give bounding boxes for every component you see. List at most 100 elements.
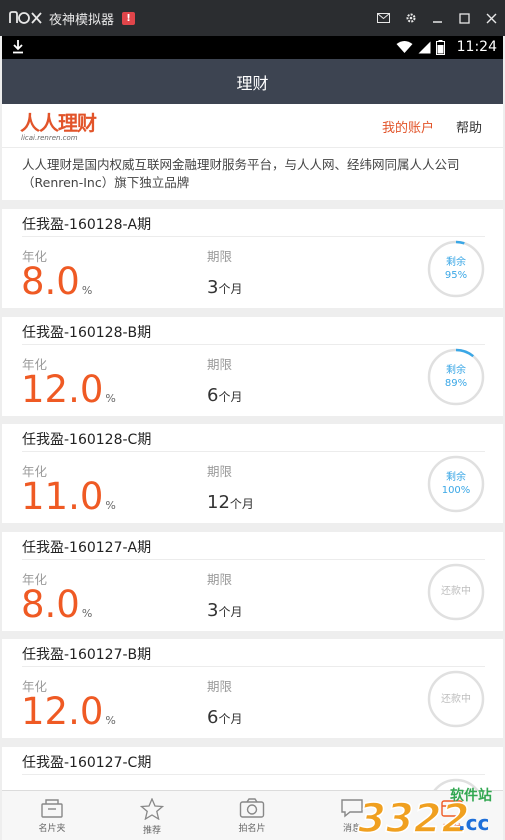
battery-icon — [436, 40, 445, 55]
bottom-nav: 名片夹 推荐 拍名片 消息 理财 — [2, 790, 503, 840]
brand-row: 人人理财 licai.renren.com 我的账户 帮助 — [2, 104, 503, 148]
term-number: 12 — [207, 492, 230, 513]
card-divider — [22, 451, 485, 452]
product-name: 任我盈-160128-C期 — [22, 432, 152, 448]
download-icon — [13, 40, 23, 54]
nav-label-recommend: 推荐 — [142, 826, 161, 836]
ring-remaining-value: 89% — [444, 377, 468, 389]
close-icon[interactable] — [478, 0, 505, 36]
nav-messages[interactable]: 消息 — [302, 791, 402, 840]
nav-card-holder[interactable]: 名片夹 — [2, 791, 102, 840]
ring-status: 剩余 89% — [427, 348, 485, 406]
term-unit: 个月 — [218, 282, 243, 296]
card-divider — [22, 343, 485, 345]
nav-recommend[interactable]: 推荐 — [102, 791, 202, 840]
term-number: 3 — [207, 599, 219, 621]
ring-status: 剩余 100% — [427, 455, 485, 513]
term-value: 12个月 — [207, 492, 254, 513]
product-name: 任我盈-160127-B期 — [22, 647, 152, 663]
maximize-icon[interactable] — [451, 0, 478, 36]
ring-status-label: 还款中 — [441, 586, 471, 597]
message-icon — [341, 799, 363, 818]
rate-number: 8.0 — [21, 260, 80, 303]
emulator-title: 夜神模拟器 — [49, 12, 115, 28]
rate-percent-sign: % — [81, 606, 93, 620]
product-card[interactable]: 任我盈-160128-C期 年化 11.0% 期限 12个月 剩余 100% — [2, 424, 503, 523]
intro-text: 人人理财是国内权威互联网金融理财服务平台，与人人网、经纬网同属人人公司 （Ren… — [2, 148, 503, 200]
term-label: 期限 — [207, 356, 233, 372]
nox-logo-icon — [9, 11, 42, 24]
nav-label-scan-card: 拍名片 — [238, 824, 266, 834]
nav-scan-card[interactable]: 拍名片 — [202, 791, 302, 840]
term-label: 期限 — [207, 464, 233, 479]
camera-icon — [239, 798, 265, 818]
help-link[interactable]: 帮助 — [456, 117, 482, 136]
page-title: 理财 — [236, 73, 269, 93]
term-label: 期限 — [207, 679, 233, 694]
logo-text: 人人理财 — [20, 111, 97, 135]
rate-number: 12.0 — [21, 367, 104, 411]
intro-line-1: 人人理财是国内权威互联网金融理财服务平台，与人人网、经纬网同属人人公司 — [22, 157, 460, 172]
ring-status-label: 剩余 — [446, 472, 466, 483]
annual-rate-value: 8.0% — [21, 261, 92, 312]
annual-rate-value: 11.0% — [21, 476, 116, 527]
product-card[interactable]: 任我盈-160128-B期 年化 12.0% 期限 6个月 剩余 89% — [2, 316, 503, 416]
android-status-bar: 11:24 — [2, 36, 503, 59]
term-label: 期限 — [207, 249, 233, 264]
rate-percent-sign: % — [105, 499, 116, 512]
term-value: 3个月 — [207, 600, 242, 621]
product-name: 任我盈-160127-A期 — [22, 539, 152, 556]
product-card[interactable]: 任我盈-160127-B期 年化 12.0% 期限 6个月 还款中 — [2, 639, 503, 738]
ring-status-label: 剩余 — [446, 257, 466, 268]
rate-number: 8.0 — [21, 582, 80, 626]
term-number: 3 — [207, 277, 219, 298]
rate-number: 11.0 — [21, 475, 104, 518]
term-value: 6个月 — [207, 385, 242, 406]
settings-gear-icon[interactable] — [397, 0, 424, 36]
logo-domain: licai.renren.com — [21, 134, 78, 142]
term-label: 期限 — [207, 571, 233, 587]
status-time: 11:24 — [456, 39, 497, 55]
nav-finance[interactable]: 理财 — [402, 791, 502, 840]
signal-icon — [418, 41, 431, 54]
term-number: 6 — [207, 707, 219, 728]
my-account-link[interactable]: 我的账户 — [382, 117, 434, 136]
nav-label-messages: 消息 — [342, 824, 361, 834]
wallet-icon — [441, 800, 463, 817]
nav-label-card-holder: 名片夹 — [38, 824, 66, 834]
product-name: 任我盈-160128-B期 — [22, 324, 152, 341]
app-header: 理财 — [2, 59, 503, 104]
ring-status-label: 剩余 — [446, 364, 466, 376]
card-divider — [22, 666, 485, 667]
annual-rate-value: 12.0% — [21, 367, 116, 420]
product-card[interactable]: 任我盈-160128-A期 年化 8.0% 期限 3个月 剩余 95% — [2, 209, 503, 308]
term-unit: 个月 — [218, 712, 243, 726]
card-holder-icon — [41, 799, 63, 818]
card-divider — [22, 558, 485, 560]
wifi-icon — [396, 41, 413, 53]
card-divider — [22, 236, 485, 237]
term-unit: 个月 — [229, 497, 254, 511]
ring-remaining-value: 95% — [444, 270, 468, 281]
ring-remaining-value: 100% — [441, 485, 471, 496]
rate-percent-sign: % — [81, 284, 93, 297]
renren-licai-logo: 人人理财 licai.renren.com — [20, 111, 97, 142]
product-card[interactable]: 任我盈-160127-A期 年化 8.0% 期限 3个月 还款中 — [2, 531, 503, 631]
term-value: 6个月 — [207, 707, 242, 728]
ring-status: 还款中 — [427, 563, 485, 621]
ring-status: 还款中 — [427, 670, 485, 728]
card-divider — [22, 773, 485, 775]
ring-status: 剩余 95% — [427, 240, 485, 298]
emulator-window: 夜神模拟器 ! 11:24 理财 人人理财 licai.renren.com 我… — [0, 0, 505, 840]
term-number: 6 — [207, 384, 219, 406]
term-unit: 个月 — [218, 389, 243, 404]
warning-icon[interactable]: ! — [122, 11, 136, 25]
ring-status-label: 还款中 — [441, 693, 471, 705]
product-name: 任我盈-160127-C期 — [22, 754, 152, 771]
mail-icon[interactable] — [370, 0, 397, 36]
term-unit: 个月 — [218, 604, 243, 619]
minimize-icon[interactable] — [424, 0, 451, 36]
annual-rate-value: 12.0% — [21, 691, 116, 742]
rate-percent-sign: % — [105, 391, 116, 405]
annual-rate-value: 8.0% — [21, 582, 93, 635]
